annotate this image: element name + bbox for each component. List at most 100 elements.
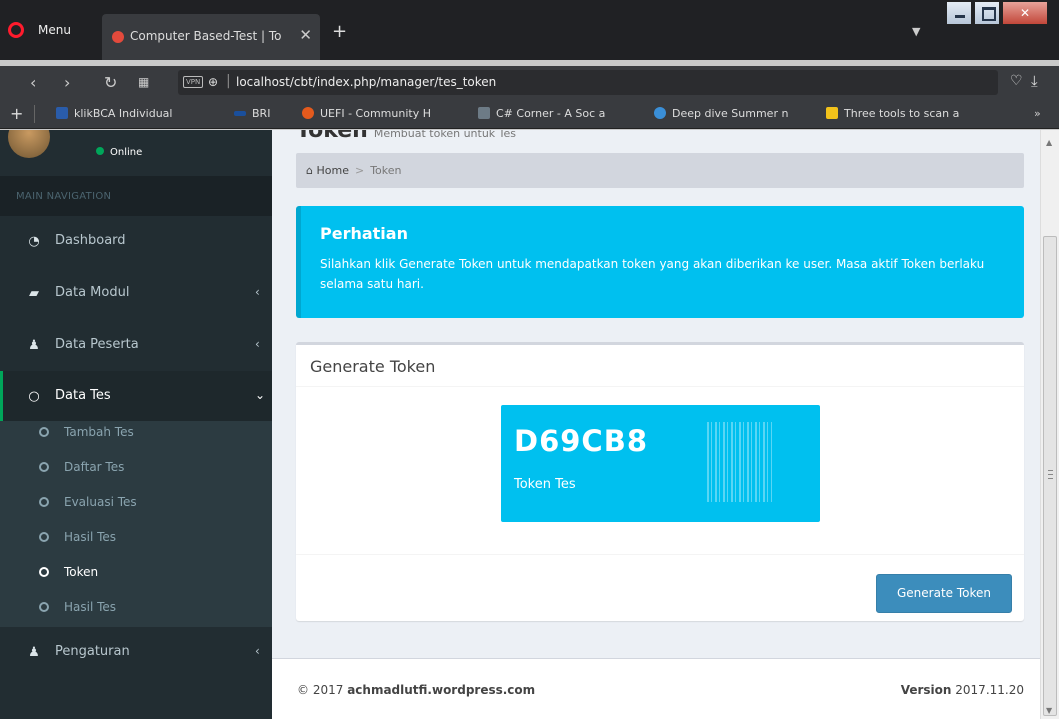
add-bookmark-icon[interactable]: + [10, 104, 23, 123]
speed-dial-icon[interactable]: ▦ [138, 75, 149, 89]
sidebar-item-label: Data Peserta [55, 337, 139, 352]
footer-site-link[interactable]: achmadlutfi.wordpress.com [347, 683, 535, 697]
download-icon[interactable]: ⤓ [1031, 72, 1038, 90]
circle-icon [39, 462, 49, 472]
box-footer: Generate Token [296, 554, 1024, 621]
window-minimize-button[interactable] [946, 1, 972, 25]
sidebar-item-label: Pengaturan [55, 644, 130, 659]
chevron-down-icon: ⌄ [255, 388, 266, 402]
submenu-item-daftar-tes[interactable]: Daftar Tes [0, 458, 272, 482]
site-favicon-icon [112, 31, 124, 43]
opera-logo-icon[interactable] [8, 22, 24, 38]
users-icon: ♟ [28, 338, 40, 353]
scroll-down-icon[interactable]: ▼ [1046, 706, 1052, 715]
page-scrollbar[interactable]: ▲ ▼ [1040, 130, 1059, 719]
box-title: Generate Token [296, 345, 1024, 387]
sidebar: Online MAIN NAVIGATION ◔ Dashboard ▰ Dat… [0, 130, 272, 719]
back-icon[interactable]: ‹ [30, 73, 36, 92]
breadcrumb-current: Token [370, 164, 402, 177]
breadcrumb-home-link[interactable]: Home [316, 164, 348, 177]
callout-text: Silahkan klik Generate Token untuk menda… [320, 257, 985, 291]
circle-icon [39, 427, 49, 437]
sidebar-item-label: Data Modul [55, 285, 130, 300]
info-callout: Perhatian Silahkan klik Generate Token u… [296, 206, 1024, 318]
breadcrumb-separator: > [354, 164, 365, 177]
edge-icon [654, 107, 666, 119]
new-tab-button[interactable]: + [332, 23, 347, 41]
page-footer: © 2017 achmadlutfi.wordpress.com Version… [272, 658, 1040, 719]
submenu-item-hasil-tes[interactable]: Hasil Tes [0, 528, 272, 552]
bookmarks-bar: + klikBCA Individual BRI UEFI - Communit… [0, 99, 1059, 129]
browser-tab-title: Computer Based-Test | To [130, 29, 282, 43]
footer-copyright: © 2017 achmadlutfi.wordpress.com [297, 683, 536, 697]
circle-icon [39, 497, 49, 507]
page-title: Token Membuat token untuk Tes [296, 130, 516, 143]
heart-icon[interactable]: ♡ [1010, 73, 1023, 89]
bookmark-bri[interactable]: BRI [234, 107, 270, 120]
sidebar-item-label: Data Tes [55, 388, 111, 403]
page-subtitle: Membuat token untuk Tes [373, 130, 517, 140]
sidebar-item-data-modul[interactable]: ▰ Data Modul ‹ [0, 268, 272, 320]
breadcrumb: ⌂ Home > Token [296, 153, 1024, 188]
nav-header: MAIN NAVIGATION [0, 176, 272, 216]
address-bar: ‹ › ↻ ▦ VPN ⊕ | localhost/cbt/index.php/… [0, 66, 1059, 99]
scrollbar-thumb[interactable] [1043, 236, 1057, 716]
url-separator: | [226, 73, 231, 89]
bookmark-uefi[interactable]: UEFI - Community H [302, 107, 462, 120]
uefi-icon [302, 107, 314, 119]
reload-icon[interactable]: ↻ [104, 73, 117, 92]
submenu-item-hasil-tes-2[interactable]: Hasil Tes [0, 598, 272, 622]
submenu-data-tes: Tambah Tes Daftar Tes Evaluasi Tes Hasil… [0, 421, 272, 627]
user-icon: ♟ [28, 645, 40, 660]
token-code: D69CB8 [514, 424, 648, 458]
footer-version: Version 2017.11.20 [900, 683, 1024, 697]
sidebar-item-data-peserta[interactable]: ♟ Data Peserta ‹ [0, 320, 272, 372]
circle-icon [39, 532, 49, 542]
sidebar-item-label: Dashboard [55, 233, 126, 248]
lightbulb-icon [826, 107, 838, 119]
sidebar-item-dashboard[interactable]: ◔ Dashboard [0, 216, 272, 268]
browser-menu-button[interactable]: Menu [38, 23, 71, 37]
browser-tab-active[interactable]: Computer Based-Test | To ✕ [102, 14, 320, 60]
forward-icon[interactable]: › [64, 73, 70, 92]
sidebar-item-pengaturan[interactable]: ♟ Pengaturan ‹ [0, 627, 272, 679]
chevron-left-icon: ‹ [255, 337, 260, 351]
bank-icon [56, 107, 68, 119]
circle-icon [39, 567, 49, 577]
scroll-grip-icon [1048, 470, 1053, 479]
dashboard-icon: ◔ [28, 234, 40, 249]
bookmark-deep-dive[interactable]: Deep dive Summer n [654, 107, 814, 120]
url-text[interactable]: localhost/cbt/index.php/manager/tes_toke… [236, 75, 496, 89]
submenu-item-token[interactable]: Token [0, 563, 272, 587]
page-viewport: Online MAIN NAVIGATION ◔ Dashboard ▰ Dat… [0, 130, 1040, 719]
scroll-up-icon[interactable]: ▲ [1046, 138, 1052, 147]
url-field[interactable]: VPN ⊕ | localhost/cbt/index.php/manager/… [178, 70, 998, 95]
bookmark-csharp-corner[interactable]: C# Corner - A Soc a [478, 107, 638, 120]
submenu-item-evaluasi-tes[interactable]: Evaluasi Tes [0, 493, 272, 517]
tab-menu-icon[interactable]: ▼ [912, 25, 920, 38]
main-content: Token Membuat token untuk Tes ⌂ Home > Toke… [272, 130, 1040, 719]
token-card: D69CB8 Token Tes [501, 405, 820, 522]
generate-token-button[interactable]: Generate Token [876, 574, 1012, 613]
barcode-icon [707, 422, 772, 502]
online-status-icon [96, 147, 104, 155]
avatar [8, 130, 50, 158]
tab-close-icon[interactable]: ✕ [299, 26, 312, 44]
chevron-left-icon: ‹ [255, 644, 260, 658]
chevron-left-icon: ‹ [255, 285, 260, 299]
generate-token-box: Generate Token D69CB8 Token Tes Generate… [296, 342, 1024, 621]
callout-title: Perhatian [320, 224, 408, 243]
bookmarks-more-icon[interactable]: » [1034, 107, 1041, 120]
vpn-badge[interactable]: VPN [183, 76, 204, 88]
bookmark-three-tools[interactable]: Three tools to scan a [826, 107, 1006, 120]
token-label: Token Tes [514, 477, 576, 492]
circle-icon: ○ [28, 389, 40, 404]
bookmark-divider [34, 105, 35, 123]
sidebar-item-data-tes[interactable]: ○ Data Tes ⌄ [0, 371, 272, 423]
tab-strip: Menu Computer Based-Test | To ✕ + ▼ ✕ [0, 0, 1059, 60]
window-close-button[interactable]: ✕ [1002, 1, 1048, 25]
submenu-item-tambah-tes[interactable]: Tambah Tes [0, 423, 272, 447]
bookmark-klikbca[interactable]: klikBCA Individual [56, 107, 172, 120]
user-status: Online [96, 147, 142, 158]
window-maximize-button[interactable] [974, 1, 1000, 25]
